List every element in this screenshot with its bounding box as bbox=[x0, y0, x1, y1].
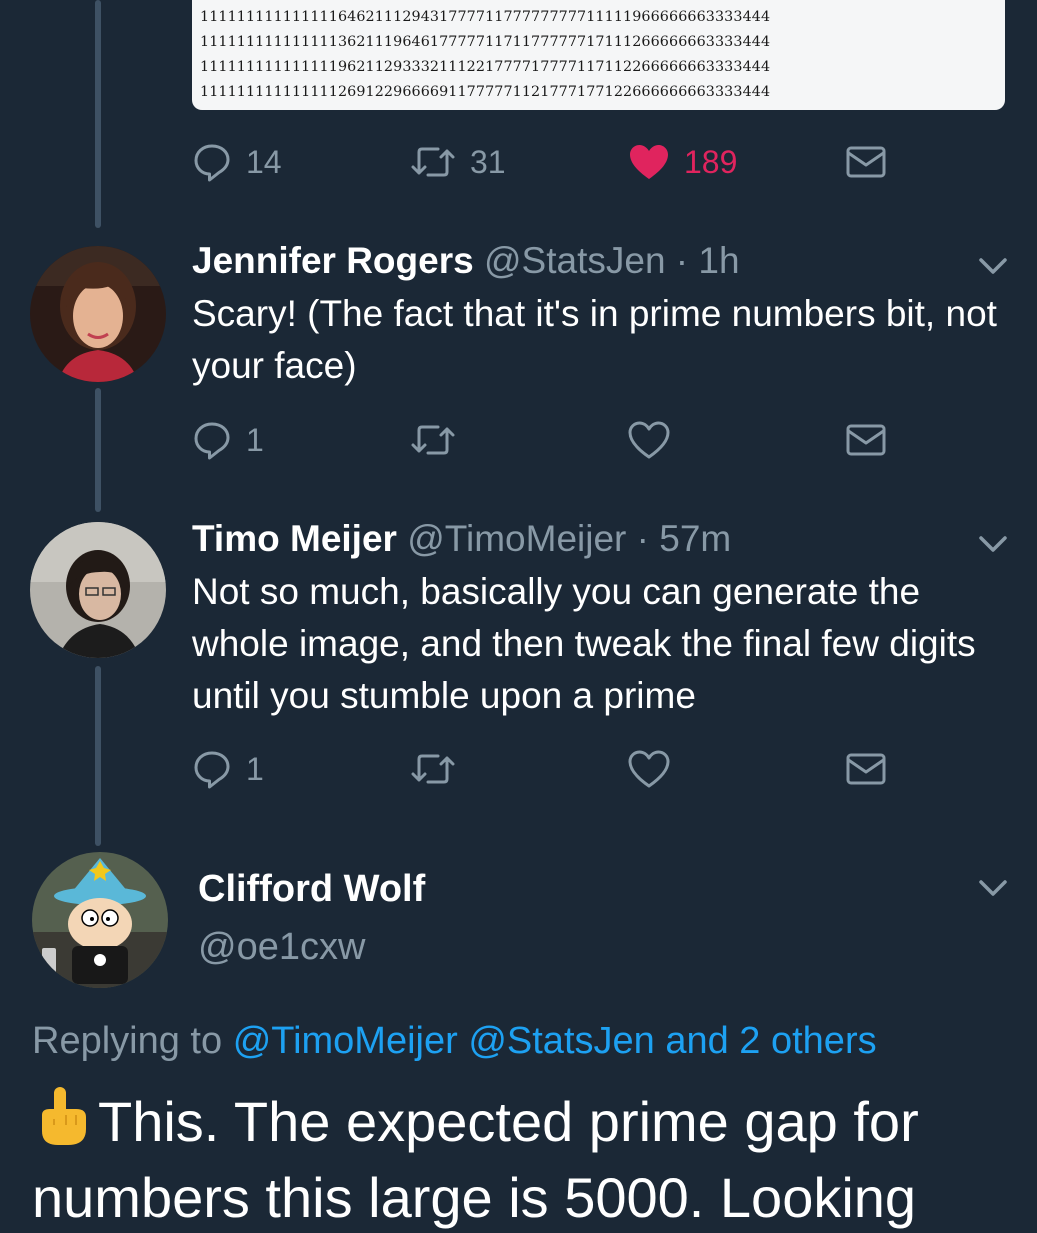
direct-message-button[interactable] bbox=[846, 418, 886, 462]
reply-count: 1 bbox=[246, 421, 264, 458]
number-row: 1111111111111113621119646177777117117777… bbox=[200, 34, 771, 50]
heart-icon bbox=[628, 421, 670, 459]
like-button[interactable] bbox=[628, 747, 670, 791]
reply-button[interactable]: 14 bbox=[192, 140, 282, 184]
reply-count: 1 bbox=[246, 750, 264, 787]
reply-button[interactable]: 1 bbox=[192, 418, 264, 462]
mention-link[interactable]: @TimoMeijer bbox=[233, 1020, 458, 1062]
tweet-text: Scary! (The fact that it's in prime numb… bbox=[192, 293, 997, 386]
tweet-actions-top: 14 31 189 bbox=[192, 140, 1012, 184]
focus-tweet-body: This. The expected prime gap for numbers… bbox=[32, 1085, 1032, 1233]
retweet-button[interactable]: 31 bbox=[410, 140, 506, 184]
retweet-icon bbox=[411, 425, 455, 455]
number-row: 1111111111111112691229666691177777112177… bbox=[200, 84, 771, 100]
mail-icon bbox=[846, 424, 886, 456]
thread-line-top bbox=[95, 0, 101, 228]
number-row: 1111111111111116462111294317777117777777… bbox=[200, 9, 771, 25]
avatar[interactable] bbox=[30, 522, 166, 658]
avatar[interactable] bbox=[30, 246, 166, 382]
chevron-down-icon[interactable] bbox=[978, 878, 1008, 898]
thread-line-low bbox=[95, 666, 101, 846]
chevron-down-icon[interactable] bbox=[978, 534, 1008, 554]
others-link[interactable]: and 2 others bbox=[665, 1020, 876, 1062]
tweet-actions: 1 bbox=[192, 418, 1012, 462]
reply-icon bbox=[194, 144, 230, 182]
mention-link[interactable]: @StatsJen bbox=[468, 1020, 654, 1062]
mail-icon bbox=[846, 753, 886, 785]
tweet-media-number-image[interactable]: 1111111111111116462111294317777117777777… bbox=[192, 0, 1005, 110]
heart-filled-icon bbox=[630, 145, 668, 179]
like-button[interactable]: 189 bbox=[628, 140, 737, 184]
retweet-icon bbox=[411, 754, 455, 784]
replying-to-line: Replying to @TimoMeijer @StatsJen and 2 … bbox=[32, 1020, 877, 1063]
pointing-up-hand-icon bbox=[32, 1085, 92, 1163]
chevron-down-icon[interactable] bbox=[978, 256, 1008, 276]
user-handle[interactable]: @oe1cxw bbox=[198, 926, 365, 969]
tweet-time: · 57m bbox=[636, 518, 732, 559]
mail-icon bbox=[846, 146, 886, 178]
heart-icon bbox=[628, 750, 670, 788]
number-row: 1111111111111119621129333211122177771777… bbox=[200, 59, 771, 75]
user-name[interactable]: Jennifer Rogers bbox=[192, 240, 474, 281]
reply-count: 14 bbox=[246, 143, 282, 180]
avatar-clifford-image bbox=[32, 852, 168, 988]
tweet-actions: 1 bbox=[192, 747, 1012, 791]
retweet-button[interactable] bbox=[410, 418, 456, 462]
user-name[interactable]: Timo Meijer bbox=[192, 518, 397, 559]
reply-button[interactable]: 1 bbox=[192, 747, 264, 791]
retweet-count: 31 bbox=[470, 143, 506, 180]
user-handle[interactable]: @StatsJen bbox=[484, 240, 666, 281]
avatar[interactable] bbox=[32, 852, 168, 988]
user-name[interactable]: Clifford Wolf bbox=[198, 868, 425, 911]
thread-line-mid bbox=[95, 388, 101, 512]
avatar-timo-image bbox=[30, 522, 166, 658]
like-button[interactable] bbox=[628, 418, 670, 462]
avatar-jennifer-image bbox=[30, 246, 166, 382]
direct-message-button[interactable] bbox=[846, 747, 886, 791]
retweet-icon bbox=[411, 147, 455, 177]
tweet-header: Timo Meijer @TimoMeijer · 57m bbox=[192, 518, 731, 560]
tweet-time: · 1h bbox=[675, 240, 740, 281]
like-count: 189 bbox=[684, 143, 738, 180]
retweet-button[interactable] bbox=[410, 747, 456, 791]
direct-message-button[interactable] bbox=[846, 140, 886, 184]
tweet-header: Jennifer Rogers @StatsJen · 1h bbox=[192, 240, 740, 282]
replying-to-label: Replying to bbox=[32, 1020, 223, 1062]
reply-icon bbox=[194, 751, 230, 789]
tweet-text: Not so much, basically you can generate … bbox=[192, 571, 976, 716]
tweet-text: This. The expected prime gap for numbers… bbox=[32, 1090, 919, 1229]
user-handle[interactable]: @TimoMeijer bbox=[407, 518, 626, 559]
reply-icon bbox=[194, 422, 230, 460]
